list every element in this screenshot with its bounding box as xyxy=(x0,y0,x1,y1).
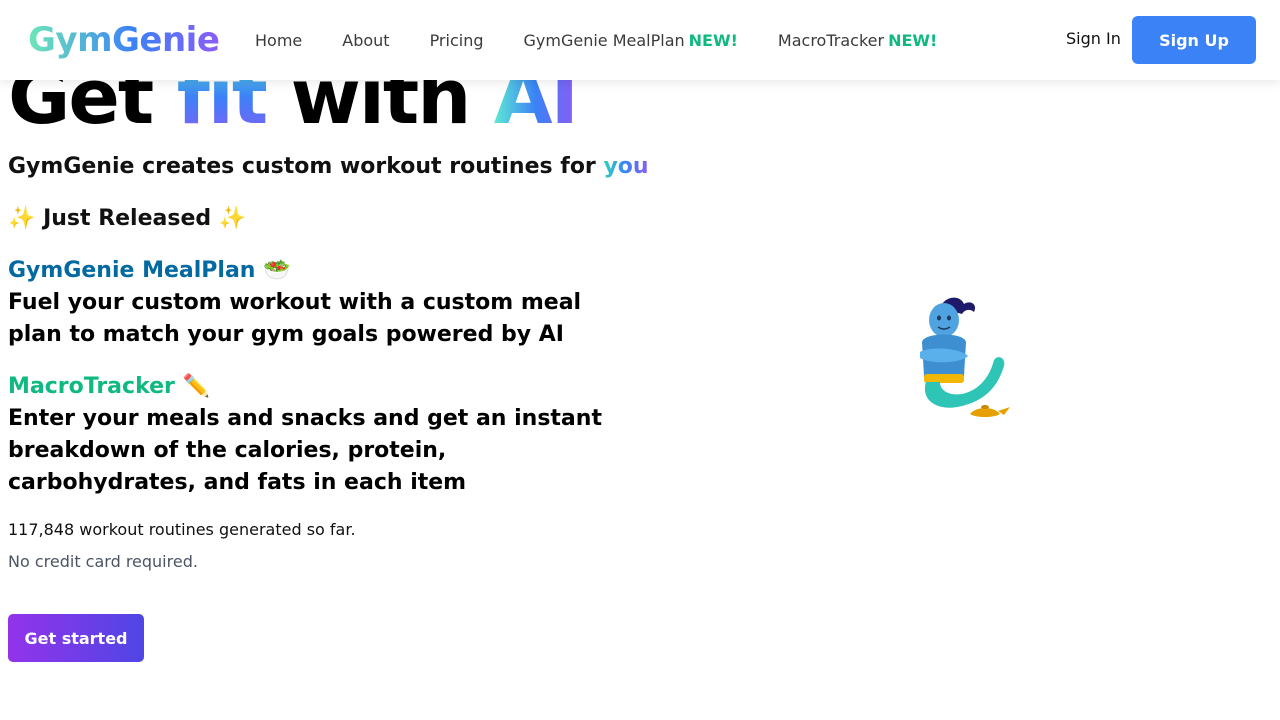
genie-illustration xyxy=(920,297,1010,417)
nav-link-macrotracker[interactable]: MacroTracker NEW! xyxy=(778,31,937,50)
sign-up-button[interactable]: Sign Up xyxy=(1132,16,1256,64)
nav-link-label: Pricing xyxy=(429,30,484,50)
routines-counter: 117,848 workout routines generated so fa… xyxy=(8,520,356,539)
nav-link-label: MacroTracker xyxy=(777,30,885,50)
no-credit-card-note: No credit card required. xyxy=(8,552,198,571)
logo[interactable]: GymGenie xyxy=(28,18,220,62)
pencil-icon: ✏️ xyxy=(182,374,210,399)
get-started-button[interactable]: Get started xyxy=(8,614,144,662)
nav-link-home[interactable]: Home xyxy=(255,31,302,50)
new-badge: NEW! xyxy=(688,30,738,50)
macrotracker-description: Enter your meals and snacks and get an i… xyxy=(8,406,602,495)
released-label: Just Released xyxy=(43,206,212,231)
nav-link-about[interactable]: About xyxy=(342,31,389,50)
macrotracker-title-text: MacroTracker xyxy=(8,374,175,399)
sparkle-icon: ✨ xyxy=(8,206,36,231)
nav-link-label: GymGenie MealPlan xyxy=(523,30,685,50)
nav-link-label: Home xyxy=(255,30,303,50)
nav-link-pricing[interactable]: Pricing xyxy=(430,31,484,50)
macrotracker-title[interactable]: MacroTracker ✏️ xyxy=(8,371,210,403)
nav-links: Home About Pricing GymGenie MealPlan NEW!… xyxy=(255,0,977,80)
nav-link-mealplan[interactable]: GymGenie MealPlan NEW! xyxy=(524,31,738,50)
subtitle-highlight: you xyxy=(603,154,649,179)
mealplan-title[interactable]: GymGenie MealPlan 🥗 xyxy=(8,255,291,287)
hero-subtitle: GymGenie creates custom workout routines… xyxy=(8,151,649,183)
mealplan-title-text: GymGenie MealPlan xyxy=(8,258,256,283)
sign-in-link[interactable]: Sign In xyxy=(1066,29,1121,48)
subtitle-text: GymGenie creates custom workout routines… xyxy=(8,154,604,179)
just-released-heading: ✨ Just Released ✨ xyxy=(8,203,246,235)
sparkle-icon: ✨ xyxy=(218,206,247,231)
new-badge: NEW! xyxy=(888,30,938,50)
navbar: GymGenie Home About Pricing GymGenie Mea… xyxy=(0,0,1280,80)
nav-link-label: About xyxy=(342,30,390,50)
mealplan-description: Fuel your custom workout with a custom m… xyxy=(8,290,582,347)
salad-icon: 🥗 xyxy=(263,258,291,283)
genie-icon xyxy=(900,290,1020,430)
